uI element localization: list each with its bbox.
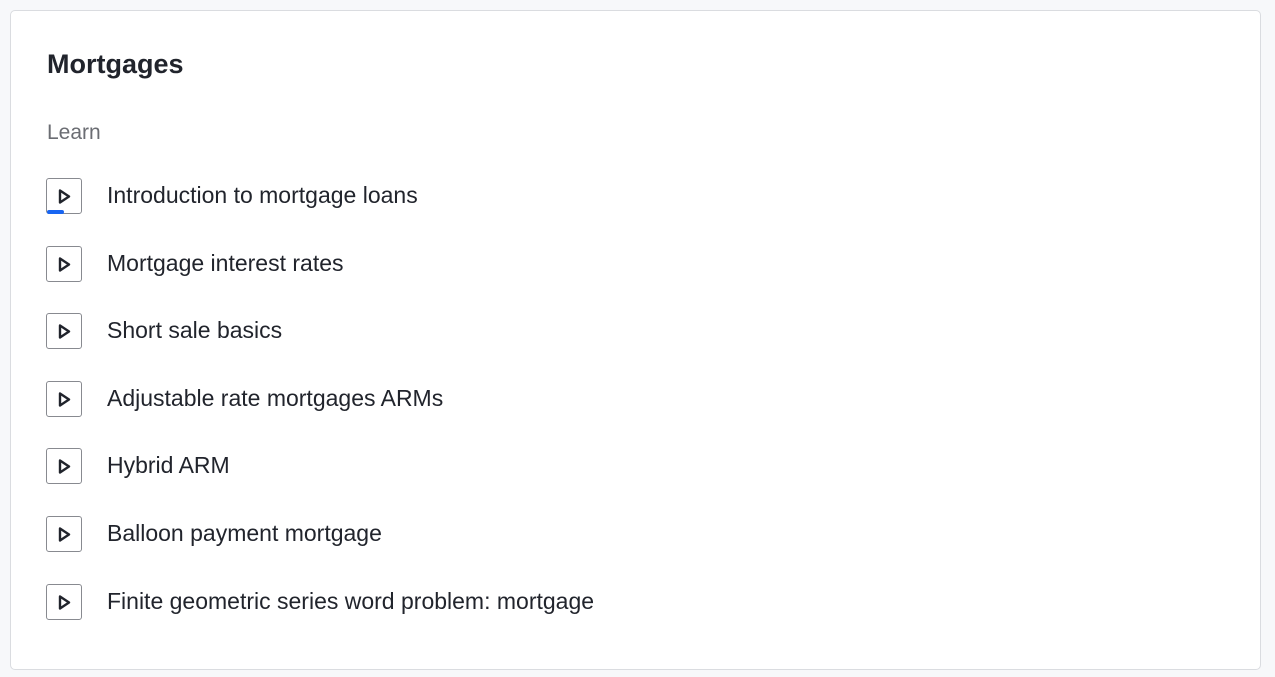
lesson-title: Short sale basics (107, 317, 283, 344)
play-icon (58, 324, 71, 339)
lesson-title: Mortgage interest rates (107, 249, 344, 276)
unit-card: Mortgages Learn Introduction to mortgage… (10, 10, 1261, 670)
video-play-button[interactable] (46, 448, 82, 485)
play-icon (58, 256, 71, 272)
play-icon (58, 594, 71, 610)
section-label-learn: Learn (47, 121, 101, 144)
lesson-title: Adjustable rate mortgages ARMs (107, 384, 444, 411)
video-play-button[interactable] (46, 245, 82, 282)
video-play-button[interactable] (46, 313, 82, 350)
play-icon (58, 459, 71, 475)
play-icon (58, 189, 71, 204)
video-play-button[interactable] (46, 178, 82, 214)
video-play-button[interactable] (46, 515, 82, 552)
lesson-title: Balloon payment mortgage (107, 519, 382, 546)
lesson-title: Finite geometric series word problem: mo… (107, 587, 595, 614)
lesson-title: Hybrid ARM (107, 452, 230, 479)
video-play-button[interactable] (46, 380, 82, 417)
play-icon (58, 527, 71, 542)
progress-bar (47, 210, 64, 214)
video-play-button[interactable] (46, 583, 82, 620)
play-icon (58, 392, 71, 407)
unit-title: Mortgages (47, 49, 184, 79)
lesson-title: Introduction to mortgage loans (107, 182, 418, 208)
